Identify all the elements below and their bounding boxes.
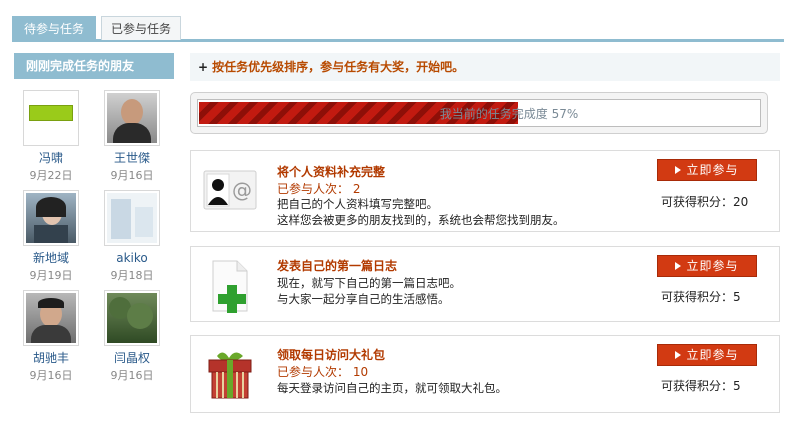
avatar[interactable] <box>104 290 160 346</box>
friend-name[interactable]: 新地域 <box>23 251 79 265</box>
friend-name[interactable]: 王世傑 <box>104 151 160 165</box>
friend-date: 9月19日 <box>29 269 73 282</box>
task-participants: 已参与人次： 10 <box>277 365 369 379</box>
progress-percent: 57% <box>551 107 579 121</box>
join-task-button[interactable]: 立即参与 <box>657 159 757 181</box>
friend-date: 9月16日 <box>29 369 73 382</box>
task-desc: 把自己的个人资料填写完整吧。 这样您会被更多的朋友找到的，系统也会帮您找到朋友。 <box>277 196 565 228</box>
gift-box-icon <box>203 348 257 402</box>
join-button-label: 立即参与 <box>686 163 739 177</box>
task-points: 可获得积分：20 <box>661 195 749 209</box>
tab-joined-tasks[interactable]: 已参与任务 <box>101 16 181 40</box>
task-tabs: 待参与任务 已参与任务 <box>12 16 784 42</box>
friend-name[interactable]: 胡驰丰 <box>23 351 79 365</box>
progress-label: 我当前的任务完成度 57% <box>198 100 760 128</box>
svg-text:@: @ <box>232 178 252 202</box>
task-card: @ 将个人资料补充完整 已参与人次： 2 把自己的个人资料填写完整吧。 这样您会… <box>190 150 780 232</box>
task-desc-line: 现在，就写下自己的第一篇日志吧。 <box>277 276 461 290</box>
friend-item[interactable]: 胡驰丰 9月16日 <box>23 290 79 382</box>
banner-text: 按任务优先级排序，参与任务有大奖，开始吧。 <box>212 60 465 74</box>
task-participants: 已参与人次： 2 <box>277 182 361 196</box>
friend-date: 9月16日 <box>110 369 154 382</box>
avatar[interactable] <box>23 190 79 246</box>
friend-item[interactable]: akiko 9月18日 <box>104 190 160 282</box>
plus-icon: + <box>198 60 209 74</box>
arrow-right-icon <box>675 351 682 359</box>
friend-item[interactable]: 闫晶权 9月16日 <box>104 290 160 382</box>
friend-name[interactable]: akiko <box>104 251 160 265</box>
sidebar-title: 刚刚完成任务的朋友 <box>14 53 174 79</box>
task-points: 可获得积分：5 <box>661 290 741 304</box>
task-points: 可获得积分：5 <box>661 379 741 393</box>
task-desc-line: 把自己的个人资料填写完整吧。 <box>277 197 438 211</box>
progress-track: 我当前的任务完成度 57% <box>197 99 761 127</box>
task-desc-line: 这样您会被更多的朋友找到的，系统也会帮您找到朋友。 <box>277 213 565 227</box>
new-document-icon <box>203 259 257 313</box>
avatar[interactable] <box>23 290 79 346</box>
task-card: 领取每日访问大礼包 已参与人次： 10 每天登录访问自己的主页，就可领取大礼包。… <box>190 335 780 413</box>
friend-name[interactable]: 冯啸 <box>23 151 79 165</box>
friend-date: 9月18日 <box>110 269 154 282</box>
friend-name[interactable]: 闫晶权 <box>104 351 160 365</box>
avatar[interactable] <box>23 90 79 146</box>
join-button-label: 立即参与 <box>686 259 739 273</box>
task-desc-line: 每天登录访问自己的主页，就可领取大礼包。 <box>277 381 507 395</box>
arrow-right-icon <box>675 166 682 174</box>
task-title[interactable]: 将个人资料补充完整 <box>277 163 385 180</box>
task-title[interactable]: 发表自己的第一篇日志 <box>277 257 397 274</box>
avatar[interactable] <box>104 190 160 246</box>
join-task-button[interactable]: 立即参与 <box>657 344 757 366</box>
profile-card-icon: @ <box>203 165 257 219</box>
join-button-label: 立即参与 <box>686 348 739 362</box>
task-title[interactable]: 领取每日访问大礼包 <box>277 346 385 363</box>
friend-item[interactable]: 冯啸 9月22日 <box>23 90 79 182</box>
task-sort-banner: + 按任务优先级排序，参与任务有大奖，开始吧。 <box>190 53 780 81</box>
task-desc: 现在，就写下自己的第一篇日志吧。 与大家一起分享自己的生活感悟。 <box>277 275 461 307</box>
task-card: 发表自己的第一篇日志 现在，就写下自己的第一篇日志吧。 与大家一起分享自己的生活… <box>190 246 780 322</box>
friend-item[interactable]: 王世傑 9月16日 <box>104 90 160 182</box>
task-desc-line: 与大家一起分享自己的生活感悟。 <box>277 292 450 306</box>
task-desc: 每天登录访问自己的主页，就可领取大礼包。 <box>277 380 507 396</box>
task-progress: 我当前的任务完成度 57% <box>190 92 768 134</box>
avatar[interactable] <box>104 90 160 146</box>
progress-label-text: 我当前的任务完成度 <box>439 107 548 121</box>
friend-date: 9月16日 <box>110 169 154 182</box>
arrow-right-icon <box>675 262 682 270</box>
join-task-button[interactable]: 立即参与 <box>657 255 757 277</box>
friend-item[interactable]: 新地域 9月19日 <box>23 190 79 282</box>
friend-date: 9月22日 <box>29 169 73 182</box>
tab-pending-tasks[interactable]: 待参与任务 <box>12 16 96 40</box>
